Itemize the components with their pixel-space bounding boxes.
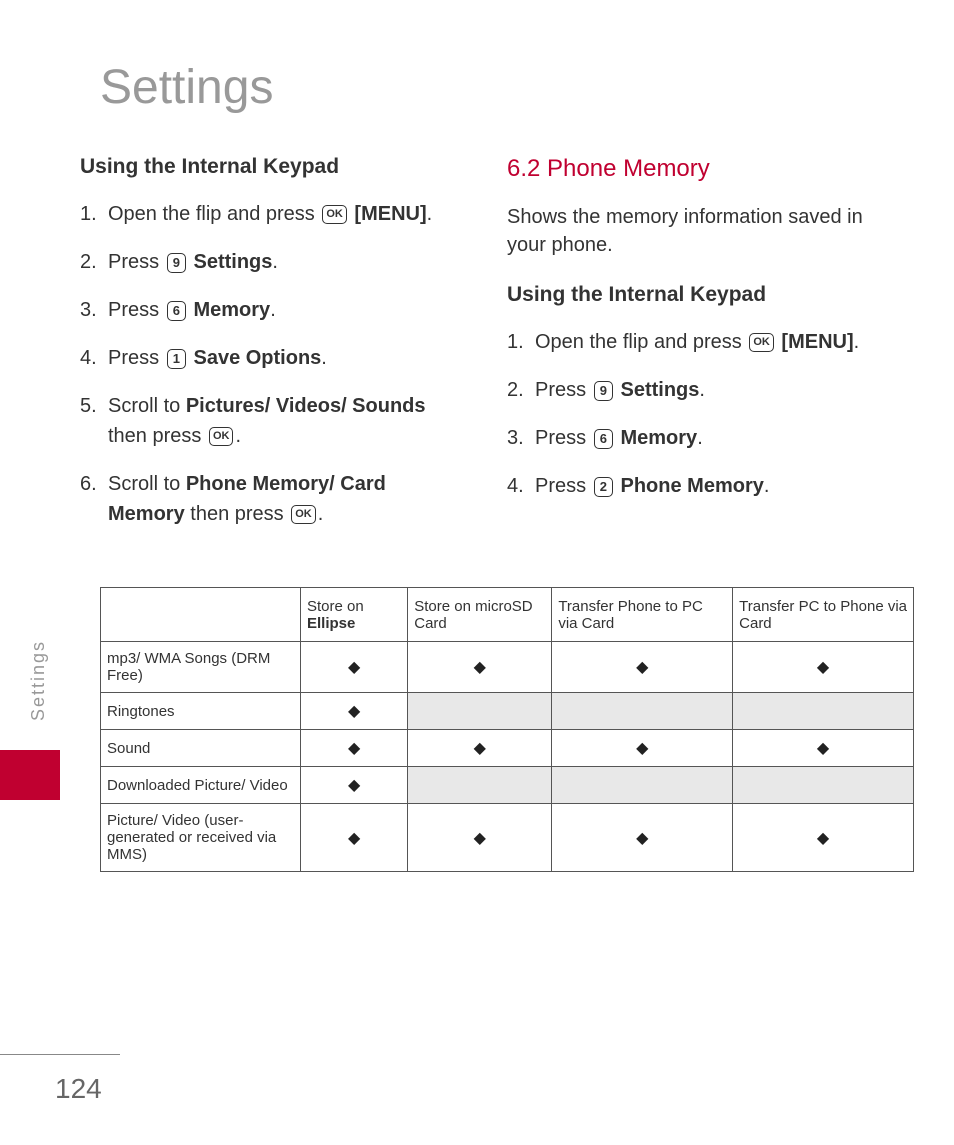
- table-cell: [733, 767, 914, 804]
- step-bold-text: Memory: [193, 299, 270, 321]
- table-cell: ◆: [552, 804, 733, 872]
- step-item: 3.Press 6 Memory.: [80, 295, 467, 325]
- side-tab-bar: [0, 750, 60, 800]
- page-number: 124: [55, 1073, 102, 1105]
- table-cell: ◆: [301, 730, 408, 767]
- ok-key-icon: OK: [322, 205, 347, 224]
- ok-key-icon: OK: [749, 333, 774, 352]
- number-key-icon: 9: [167, 253, 186, 273]
- step-number: 6.: [80, 469, 97, 499]
- table-cell: [733, 693, 914, 730]
- table-row: Downloaded Picture/ Video◆: [101, 767, 914, 804]
- table-cell: ◆: [733, 730, 914, 767]
- table-row: mp3/ WMA Songs (DRM Free)◆◆◆◆: [101, 642, 914, 693]
- step-item: 2.Press 9 Settings.: [507, 375, 894, 405]
- table-cell: [408, 767, 552, 804]
- step-item: 4.Press 2 Phone Memory.: [507, 471, 894, 501]
- section-description: Shows the memory information saved in yo…: [507, 203, 894, 259]
- step-bold-text: Settings: [620, 379, 699, 401]
- table-header: Transfer PC to Phone via Card: [733, 588, 914, 642]
- step-item: 5.Scroll to Pictures/ Videos/ Sounds the…: [80, 391, 467, 451]
- step-bold-text: Settings: [193, 251, 272, 273]
- step-item: 2.Press 9 Settings.: [80, 247, 467, 277]
- step-item: 3.Press 6 Memory.: [507, 423, 894, 453]
- row-label: Picture/ Video (user-generated or receiv…: [101, 804, 301, 872]
- table-header: [101, 588, 301, 642]
- row-label: mp3/ WMA Songs (DRM Free): [101, 642, 301, 693]
- side-tab-label: Settings: [28, 640, 49, 721]
- ok-key-icon: OK: [209, 427, 234, 446]
- row-label: Downloaded Picture/ Video: [101, 767, 301, 804]
- step-number: 1.: [507, 327, 524, 357]
- step-number: 4.: [80, 343, 97, 373]
- table-header: Store on microSD Card: [408, 588, 552, 642]
- step-bold-text: Phone Memory/ Card Memory: [108, 473, 386, 525]
- content-columns: Using the Internal Keypad 1.Open the fli…: [80, 155, 894, 547]
- table-row: Picture/ Video (user-generated or receiv…: [101, 804, 914, 872]
- step-number: 5.: [80, 391, 97, 421]
- row-label: Ringtones: [101, 693, 301, 730]
- left-column: Using the Internal Keypad 1.Open the fli…: [80, 155, 467, 547]
- table-cell: ◆: [408, 804, 552, 872]
- right-column: 6.2 Phone Memory Shows the memory inform…: [507, 155, 894, 547]
- table-cell: [552, 693, 733, 730]
- footer-rule: [0, 1054, 120, 1055]
- step-bold-text: [MENU]: [354, 203, 426, 225]
- number-key-icon: 9: [594, 381, 613, 401]
- table-cell: ◆: [301, 767, 408, 804]
- step-item: 4.Press 1 Save Options.: [80, 343, 467, 373]
- number-key-icon: 1: [167, 349, 186, 369]
- table-cell: ◆: [552, 642, 733, 693]
- table-cell: ◆: [733, 804, 914, 872]
- step-number: 1.: [80, 199, 97, 229]
- ok-key-icon: OK: [291, 505, 316, 524]
- right-sub-heading: Using the Internal Keypad: [507, 283, 894, 307]
- table-cell: ◆: [301, 642, 408, 693]
- right-steps-list: 1.Open the flip and press OK [MENU]. 2.Pr…: [507, 327, 894, 501]
- number-key-icon: 2: [594, 477, 613, 497]
- page-title: Settings: [100, 60, 894, 115]
- table-row: Sound◆◆◆◆: [101, 730, 914, 767]
- step-item: 6.Scroll to Phone Memory/ Card Memory th…: [80, 469, 467, 529]
- row-label: Sound: [101, 730, 301, 767]
- step-bold-text: Phone Memory: [620, 475, 763, 497]
- table-header: Store on Ellipse: [301, 588, 408, 642]
- step-number: 3.: [507, 423, 524, 453]
- table-cell: ◆: [301, 804, 408, 872]
- step-bold-text: Memory: [620, 427, 697, 449]
- table-cell: ◆: [408, 730, 552, 767]
- step-bold-text: Save Options: [193, 347, 321, 369]
- step-number: 2.: [80, 247, 97, 277]
- table-cell: [552, 767, 733, 804]
- section-heading: 6.2 Phone Memory: [507, 155, 894, 183]
- step-item: 1.Open the flip and press OK [MENU].: [80, 199, 467, 229]
- left-sub-heading: Using the Internal Keypad: [80, 155, 467, 179]
- table-cell: ◆: [552, 730, 733, 767]
- table-cell: ◆: [408, 642, 552, 693]
- step-number: 2.: [507, 375, 524, 405]
- table-cell: [408, 693, 552, 730]
- step-number: 3.: [80, 295, 97, 325]
- step-bold-text: Pictures/ Videos/ Sounds: [186, 395, 426, 417]
- table-cell: ◆: [301, 693, 408, 730]
- number-key-icon: 6: [594, 429, 613, 449]
- table-header: Transfer Phone to PC via Card: [552, 588, 733, 642]
- step-bold-text: [MENU]: [781, 331, 853, 353]
- table-row: Ringtones◆: [101, 693, 914, 730]
- table-cell: ◆: [733, 642, 914, 693]
- step-item: 1.Open the flip and press OK [MENU].: [507, 327, 894, 357]
- left-steps-list: 1.Open the flip and press OK [MENU]. 2.Pr…: [80, 199, 467, 529]
- number-key-icon: 6: [167, 301, 186, 321]
- feature-table: Store on EllipseStore on microSD CardTra…: [100, 587, 914, 872]
- step-number: 4.: [507, 471, 524, 501]
